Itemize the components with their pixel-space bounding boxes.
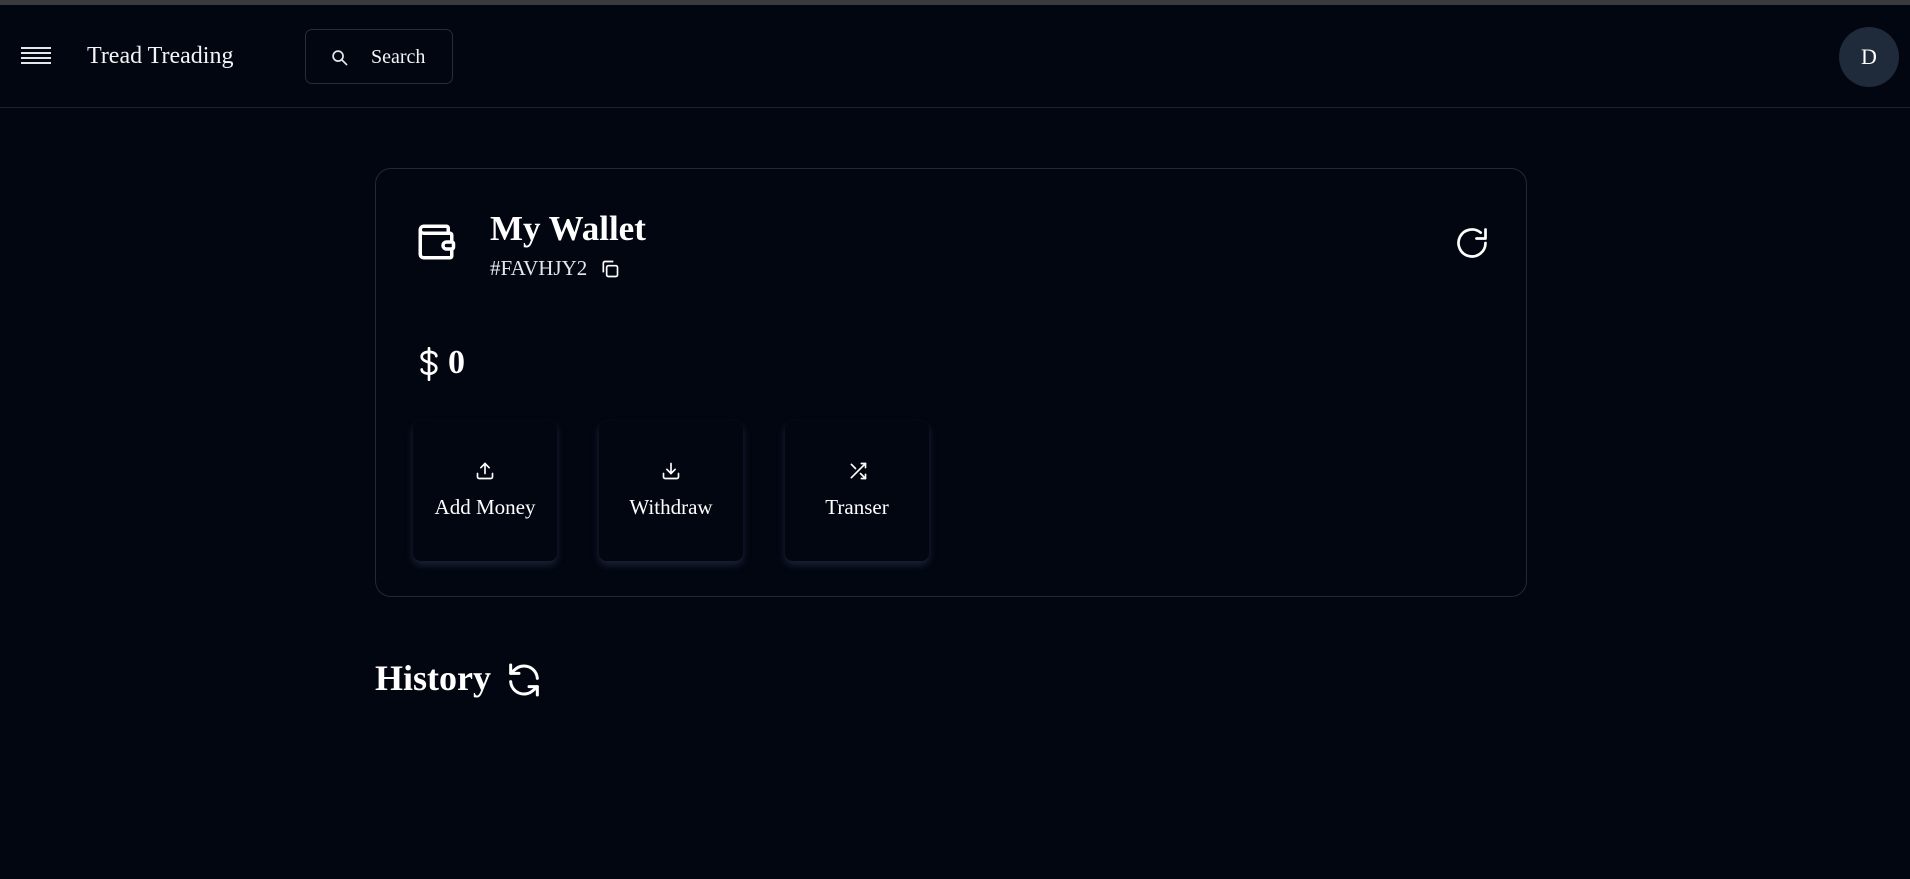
navbar: Tread Treading Search D <box>0 5 1910 108</box>
download-icon <box>662 462 680 480</box>
search-label: Search <box>371 46 426 68</box>
transfer-label: Transer <box>825 495 889 519</box>
history-title: History <box>375 658 491 698</box>
wallet-card: My Wallet #FAVHJY2 0 Add Money Withdraw <box>375 168 1527 597</box>
copy-icon[interactable] <box>600 259 620 279</box>
shuffle-icon <box>850 462 867 480</box>
wallet-icon <box>418 224 456 260</box>
withdraw-button[interactable]: Withdraw <box>599 421 743 561</box>
sync-icon[interactable] <box>504 660 544 700</box>
wallet-id: #FAVHJY2 <box>490 256 588 280</box>
brand-title[interactable]: Tread Treading <box>87 43 233 70</box>
add-money-button[interactable]: Add Money <box>413 421 557 561</box>
search-icon <box>332 50 348 66</box>
withdraw-label: Withdraw <box>629 495 713 519</box>
transfer-button[interactable]: Transer <box>785 421 929 561</box>
wallet-title: My Wallet <box>490 209 646 248</box>
avatar[interactable]: D <box>1839 27 1899 87</box>
dollar-icon <box>420 347 438 381</box>
upload-icon <box>476 462 494 480</box>
refresh-icon[interactable] <box>1454 225 1490 261</box>
search-button[interactable]: Search <box>305 29 453 84</box>
add-money-label: Add Money <box>434 495 536 519</box>
menu-icon[interactable] <box>20 45 52 67</box>
balance-value: 0 <box>448 344 465 381</box>
